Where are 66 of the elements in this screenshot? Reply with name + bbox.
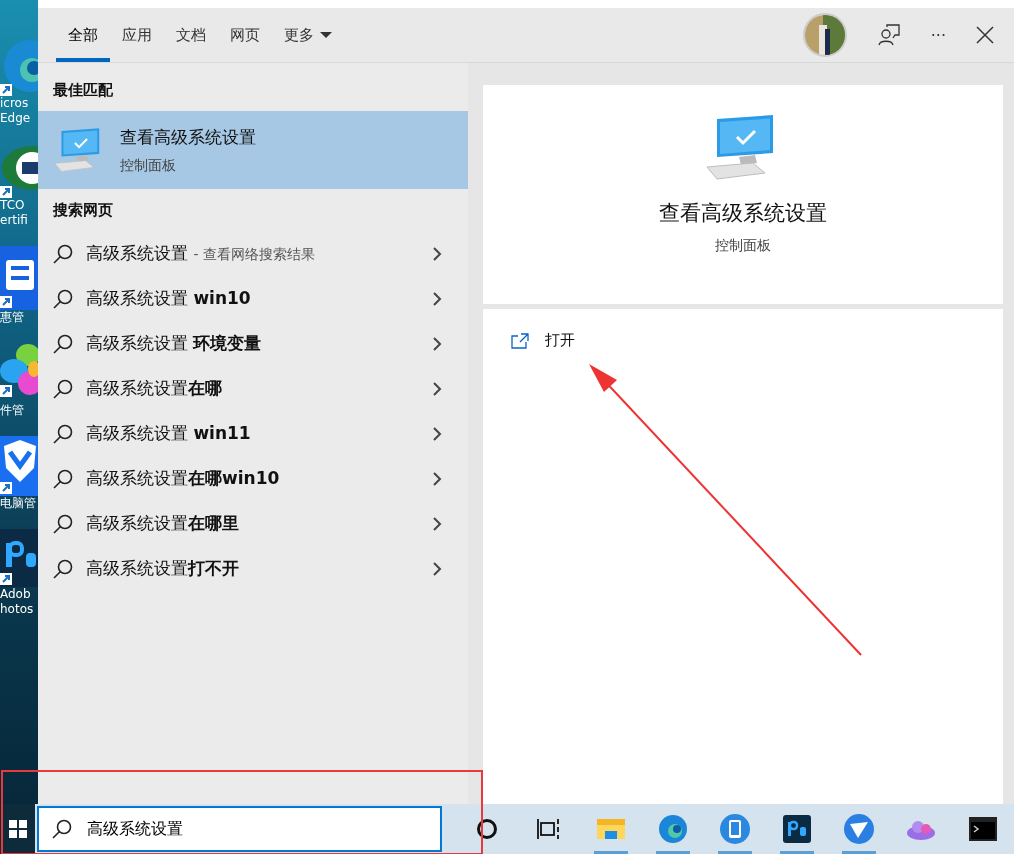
close-icon[interactable] [976,26,994,44]
chevron-icon [433,336,442,351]
tab[interactable]: 更多 [272,8,344,62]
desktop-icon-label: 件管 [0,403,24,418]
search-suggestion[interactable]: 高级系统设置 环境变量 [38,321,468,366]
folder-icon[interactable] [597,817,625,841]
tab[interactable]: 网页 [218,8,272,62]
chevron-icon [433,471,442,486]
bird-icon[interactable] [844,814,874,844]
avatar[interactable] [802,13,847,57]
circle-icon[interactable] [476,818,498,840]
desktop-icon-label: Edge [0,111,31,126]
search-icon [52,557,74,580]
search-suggestion[interactable]: 高级系统设置 win10 [38,276,468,321]
desktop-icon-label: Adob [0,587,31,602]
best-match-item[interactable]: 查看高级系统设置 控制面板 [38,111,468,189]
task-view-icon[interactable] [537,818,561,840]
chevron-icon [433,246,442,261]
preview-title: 查看高级系统设置 [659,200,827,227]
search-suggestion[interactable]: 高级系统设置在哪win10 [38,456,468,501]
chevron-icon [433,516,442,531]
chevron-icon [433,381,442,396]
preview-subtitle: 控制面板 [715,237,771,255]
phone-icon[interactable] [720,814,750,844]
chevron-icon [433,291,442,306]
shield-icon [0,436,38,496]
search-icon [52,287,74,310]
more-button[interactable]: ··· [930,25,946,45]
photoshop-icon [0,529,38,587]
edge-icon[interactable] [658,814,688,844]
section-heading: 搜索网页 [52,200,114,221]
search-suggestion[interactable]: 高级系统设置在哪里 [38,501,468,546]
start-button[interactable] [0,804,36,854]
result-title: 查看高级系统设置 [120,125,256,149]
search-icon [52,512,74,535]
open-action[interactable]: 打开 [511,331,975,350]
open-icon [511,332,529,349]
search-icon [52,422,74,445]
desktop-icon-label: hotos [0,602,34,617]
chevron-icon [433,561,442,576]
desktop-icon-label: TCO [0,198,25,213]
tab[interactable]: 应用 [110,8,164,62]
search-field[interactable]: 高级系统设置 [87,819,388,839]
section-heading: 最佳匹配 [52,80,114,101]
feedback-icon[interactable] [876,23,901,47]
terminal-icon[interactable] [969,817,997,841]
desktop-icon-label: 惠管 [0,310,24,325]
search-suggestion[interactable]: 高级系统设置在哪 [38,366,468,411]
result-subtitle: 控制面板 [120,156,177,175]
search-icon [52,377,74,400]
search-box[interactable]: 高级系统设置 [37,806,442,852]
search-suggestion[interactable]: 高级系统设置打不开 [38,546,468,591]
desktop-icon-label: ertifi [0,213,28,228]
tab[interactable]: 文档 [164,8,218,62]
photoshop-icon[interactable] [783,815,811,843]
search-icon [52,332,74,355]
search-icon [52,467,74,490]
desktop-icon-label: 电脑管 [0,496,36,511]
search-suggestion[interactable]: 高级系统设置 win11 [38,411,468,456]
desktop-icon-label: icros [0,96,29,111]
search-icon [52,242,74,265]
chevron-icon [433,426,442,441]
search-icon [51,818,74,840]
app-icon [0,246,38,310]
search-suggestion[interactable]: 高级系统设置 - 查看网络搜索结果 [38,231,468,276]
windows-icon [8,820,27,838]
